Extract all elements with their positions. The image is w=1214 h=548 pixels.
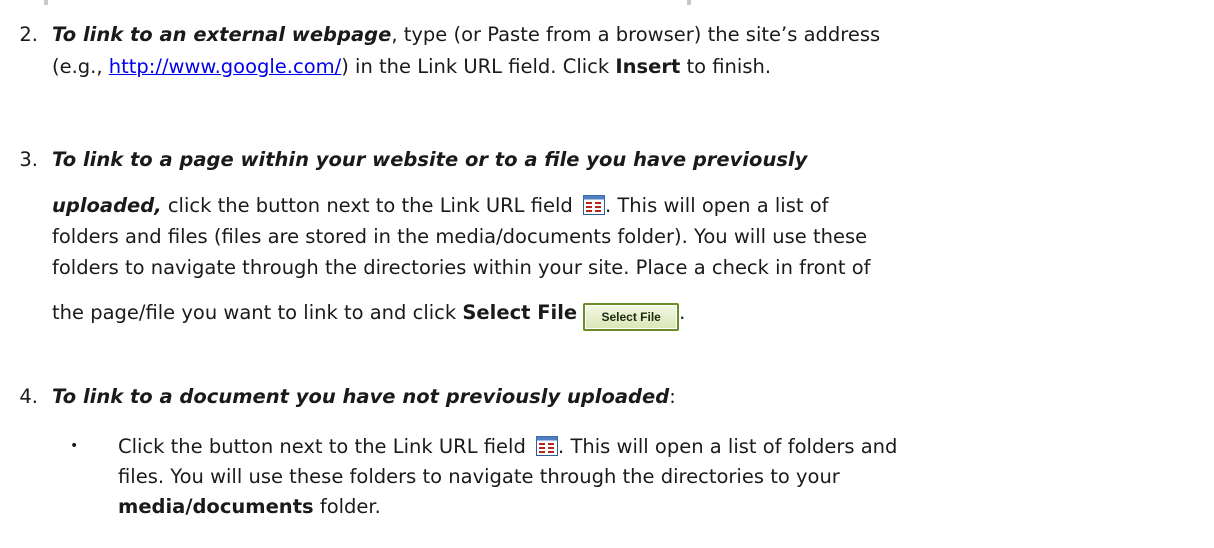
- bullet-text: Click the button next to the Link URL fi…: [118, 435, 533, 458]
- item-2-text: , type (or Paste from a browser) the sit…: [391, 23, 881, 46]
- list-item-4: 4. To link to a document you have not pr…: [0, 385, 1214, 545]
- bullet-text: folder.: [313, 495, 381, 518]
- select-file-button[interactable]: Select File: [583, 303, 680, 331]
- item-3-line-1: To link to a page within your website or…: [52, 148, 807, 171]
- item-3-text: click the button next to the Link URL fi…: [161, 194, 579, 217]
- file-list-icon[interactable]: [536, 436, 559, 456]
- file-list-icon[interactable]: [583, 195, 605, 215]
- bullet-line-3: media/documents folder.: [118, 495, 381, 518]
- item-3-line-3: folders and files (files are stored in t…: [52, 225, 867, 248]
- item-4-text: :: [669, 385, 676, 408]
- item-3-text: folders and files (files are stored in t…: [52, 225, 868, 248]
- bullet-text: files. You will use these folders to nav…: [118, 465, 840, 488]
- item-2-line-1: To link to an external webpage, type (or…: [52, 23, 880, 46]
- item-3-text: the page/file you want to link to and cl…: [52, 301, 463, 324]
- media-documents-label: media/documents: [118, 495, 314, 518]
- item-number: 3.: [19, 148, 38, 171]
- item-number: 2.: [19, 23, 38, 46]
- crop-artifact-left: [44, 0, 48, 5]
- bullet-marker: •: [70, 438, 79, 454]
- bullet-text: . This will open a list of folders and: [558, 435, 898, 458]
- item-3-line-4: folders to navigate through the director…: [52, 256, 871, 279]
- item-number: 4.: [19, 385, 38, 408]
- crop-artifact-right: [687, 0, 691, 5]
- item-3-text: . This will open a list of: [605, 194, 829, 217]
- item-2-text: ) in the Link URL field. Click: [341, 55, 616, 78]
- item-2-line-2: (e.g., http://www.google.com/) in the Li…: [52, 55, 771, 78]
- bullet-line-1: Click the button next to the Link URL fi…: [118, 435, 897, 458]
- item-3-heading: To link to a page within your website or…: [52, 148, 808, 171]
- item-3-line-5: the page/file you want to link to and cl…: [52, 301, 685, 331]
- item-3-heading-cont: uploaded,: [52, 194, 162, 217]
- bullet-line-2: files. You will use these folders to nav…: [118, 465, 840, 488]
- item-3-text: folders to navigate through the director…: [52, 256, 871, 279]
- list-item-3: 3. To link to a page within your website…: [0, 112, 1214, 382]
- item-4-line-1: To link to a document you have not previ…: [52, 385, 676, 408]
- item-3-line-2: uploaded, click the button next to the L…: [52, 194, 829, 217]
- insert-label: Insert: [615, 55, 681, 78]
- item-2-heading: To link to an external webpage: [52, 23, 392, 46]
- item-2-text: to finish.: [680, 55, 772, 78]
- google-link[interactable]: http://www.google.com/: [109, 55, 341, 78]
- item-3-text: .: [679, 301, 686, 324]
- select-file-label: Select File: [462, 301, 578, 324]
- item-2-text: (e.g.,: [52, 55, 109, 78]
- list-item-2: 2. To link to an external webpage, type …: [0, 10, 1214, 80]
- item-4-heading: To link to a document you have not previ…: [52, 385, 670, 408]
